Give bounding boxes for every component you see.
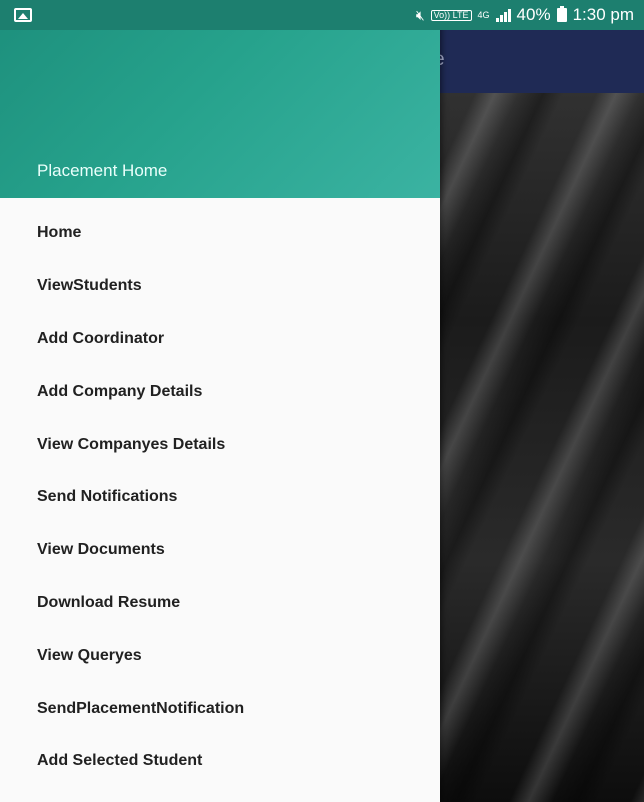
volte-icon: Vo)) LTE [430,9,472,21]
menu-item-label: ViewStudents [37,277,142,295]
menu-item-send-notifications[interactable]: Send Notifications [0,471,440,524]
menu-item-label: View Documents [37,541,165,559]
menu-item-download-resume[interactable]: Download Resume [0,577,440,630]
menu-item-label: View Companyes Details [37,435,226,453]
battery-percent: 40% [516,5,551,24]
menu-item-view-documents[interactable]: View Documents [0,524,440,577]
drawer-menu: Home ViewStudents Add Coordinator Add Co… [0,207,440,788]
menu-item-label: Home [37,224,82,242]
menu-item-label: SendPlacementNotification [37,699,245,717]
drawer-header-title: Placement Home [37,161,168,180]
menu-item-view-queryes[interactable]: View Queryes [0,629,440,682]
battery-icon [556,6,567,22]
menu-item-add-selected-student[interactable]: Add Selected Student [0,735,440,788]
image-icon [14,8,32,22]
mute-icon: 🔇︎ [415,6,425,23]
signal-icon [495,8,511,22]
menu-item-home[interactable]: Home [0,207,440,260]
network-type: 4G [477,9,490,20]
clock: 1:30 pm [572,5,634,24]
menu-item-label: Add Company Details [37,382,203,400]
status-left [14,8,32,22]
status-bar: 🔇︎ Vo)) LTE 4G 40% 1:30 pm [0,0,644,30]
menu-item-add-coordinator[interactable]: Add Coordinator [0,313,440,366]
navigation-drawer: Placement Home Home ViewStudents Add Coo… [0,0,440,802]
status-right: 🔇︎ Vo)) LTE 4G 40% 1:30 pm [416,5,634,25]
menu-item-label: Download Resume [37,593,181,611]
menu-item-label: View Queryes [37,646,142,664]
menu-item-view-companyes-details[interactable]: View Companyes Details [0,418,440,471]
menu-item-view-students[interactable]: ViewStudents [0,260,440,313]
menu-item-label: Add Coordinator [37,329,165,347]
menu-item-send-placement-notification[interactable]: SendPlacementNotification [0,682,440,735]
menu-item-label: Add Selected Student [37,752,203,770]
menu-item-add-company-details[interactable]: Add Company Details [0,365,440,418]
menu-item-label: Send Notifications [37,488,178,506]
